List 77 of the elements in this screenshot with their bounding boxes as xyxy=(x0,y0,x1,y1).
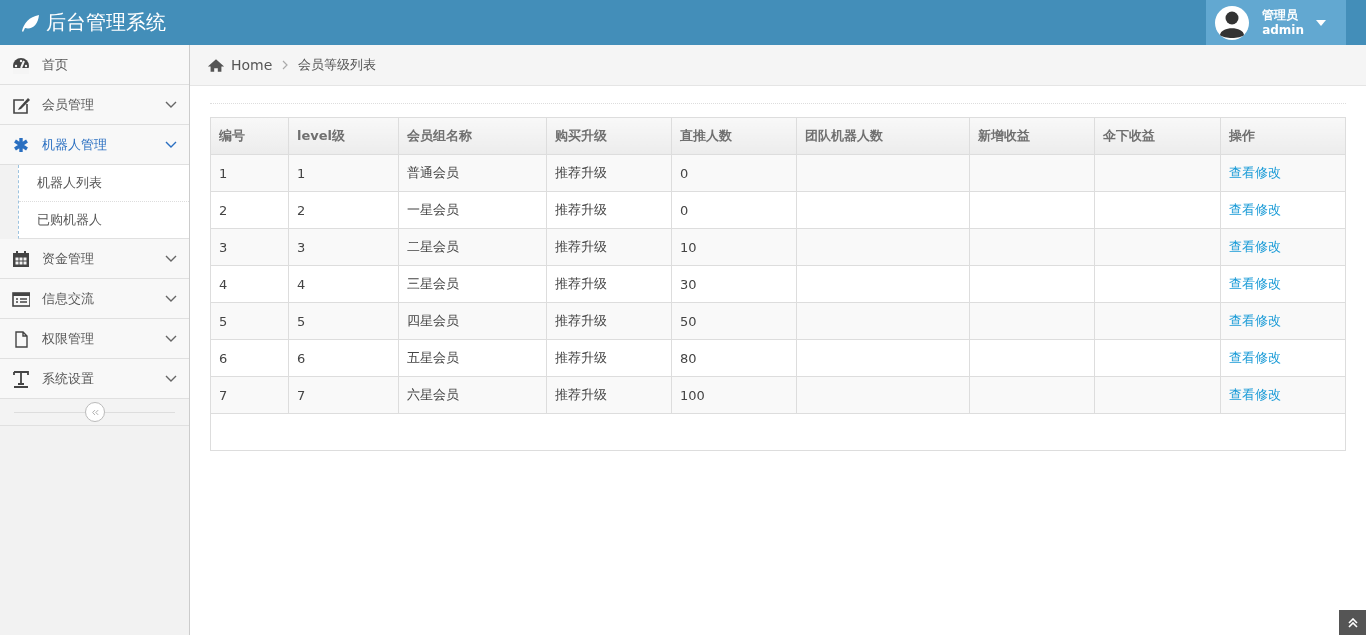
column-header: 会员组名称 xyxy=(398,118,547,155)
chevron-down-icon xyxy=(165,140,177,149)
table-cell: 二星会员 xyxy=(398,228,547,266)
app-title: 后台管理系统 xyxy=(46,9,166,36)
table-cell: 10 xyxy=(671,228,797,266)
chevron-down-icon xyxy=(165,374,177,383)
chevron-down-icon xyxy=(165,334,177,343)
table-cell: 推荐升级 xyxy=(546,339,672,377)
table-cell: 3 xyxy=(211,228,289,266)
user-role: 管理员 xyxy=(1262,7,1300,23)
list-icon xyxy=(12,289,30,308)
calendar-icon xyxy=(12,249,30,268)
chevron-right-icon xyxy=(282,60,289,70)
chevron-down-icon xyxy=(165,100,177,109)
column-header: 购买升级 xyxy=(546,118,672,155)
breadcrumb-item[interactable]: Home xyxy=(231,57,273,73)
column-header: 团队机器人数 xyxy=(796,118,970,155)
column-header: 编号 xyxy=(211,118,289,155)
dashboard-icon xyxy=(12,55,30,74)
column-header: 伞下收益 xyxy=(1094,118,1221,155)
table-cell: 四星会员 xyxy=(398,302,547,340)
table-cell: 推荐升级 xyxy=(546,265,672,303)
table-cell: 推荐升级 xyxy=(546,302,672,340)
table-cell: 6 xyxy=(288,339,399,377)
table-cell: 1 xyxy=(288,154,399,192)
menu-item[interactable]: 权限管理 xyxy=(0,319,189,359)
table-cell: 三星会员 xyxy=(398,265,547,303)
home-icon xyxy=(207,57,225,73)
table-cell: 100 xyxy=(671,376,797,414)
table-cell: 7 xyxy=(288,376,399,414)
column-header: 新增收益 xyxy=(969,118,1095,155)
menu-item[interactable]: 资金管理 xyxy=(0,239,189,279)
table-cell: 5 xyxy=(211,302,289,340)
table-cell: 0 xyxy=(671,154,797,192)
table-cell: 推荐升级 xyxy=(546,228,672,266)
table-cell: 推荐升级 xyxy=(546,191,672,229)
table-cell: 80 xyxy=(671,339,797,377)
table-cell: 30 xyxy=(671,265,797,303)
table-cell: 五星会员 xyxy=(398,339,547,377)
asterisk-icon xyxy=(12,135,30,154)
table-cell: 3 xyxy=(288,228,399,266)
scroll-top-button[interactable] xyxy=(1339,610,1366,635)
table-cell: 5 xyxy=(288,302,399,340)
edit-icon xyxy=(12,95,30,114)
table-cell: 6 xyxy=(211,339,289,377)
column-header: 直推人数 xyxy=(671,118,797,155)
file-icon xyxy=(12,329,30,348)
menu-item[interactable]: 信息交流 xyxy=(0,279,189,319)
table-cell: 2 xyxy=(288,191,399,229)
leaf-icon xyxy=(20,12,40,33)
user-name: admin xyxy=(1262,22,1304,38)
table-cell: 推荐升级 xyxy=(546,154,672,192)
column-header: level级 xyxy=(288,118,399,155)
double-chevron-left-icon xyxy=(90,408,99,416)
caret-icon xyxy=(1316,19,1326,26)
double-chevron-up-icon xyxy=(1347,617,1358,628)
table-cell: 推荐升级 xyxy=(546,376,672,414)
menu-item[interactable]: 会员管理 xyxy=(0,85,189,125)
table-cell: 0 xyxy=(671,191,797,229)
table-cell: 1 xyxy=(211,154,289,192)
column-header: 操作 xyxy=(1220,118,1345,155)
table-cell: 2 xyxy=(211,191,289,229)
avatar-icon xyxy=(1214,4,1251,41)
menu-item[interactable]: 系统设置 xyxy=(0,359,189,399)
table-cell: 50 xyxy=(671,302,797,340)
text-icon xyxy=(12,369,30,388)
chevron-down-icon xyxy=(165,254,177,263)
table-cell: 4 xyxy=(211,265,289,303)
chevron-down-icon xyxy=(165,294,177,303)
table-cell: 一星会员 xyxy=(398,191,547,229)
table-cell: 六星会员 xyxy=(398,376,547,414)
menu-item[interactable]: 首页 xyxy=(0,45,189,85)
table-cell: 4 xyxy=(288,265,399,303)
breadcrumb-item: 会员等级列表 xyxy=(298,56,377,74)
table-cell: 7 xyxy=(211,376,289,414)
table-cell: 普通会员 xyxy=(398,154,547,192)
menu-item[interactable]: 机器人管理 xyxy=(0,125,189,165)
